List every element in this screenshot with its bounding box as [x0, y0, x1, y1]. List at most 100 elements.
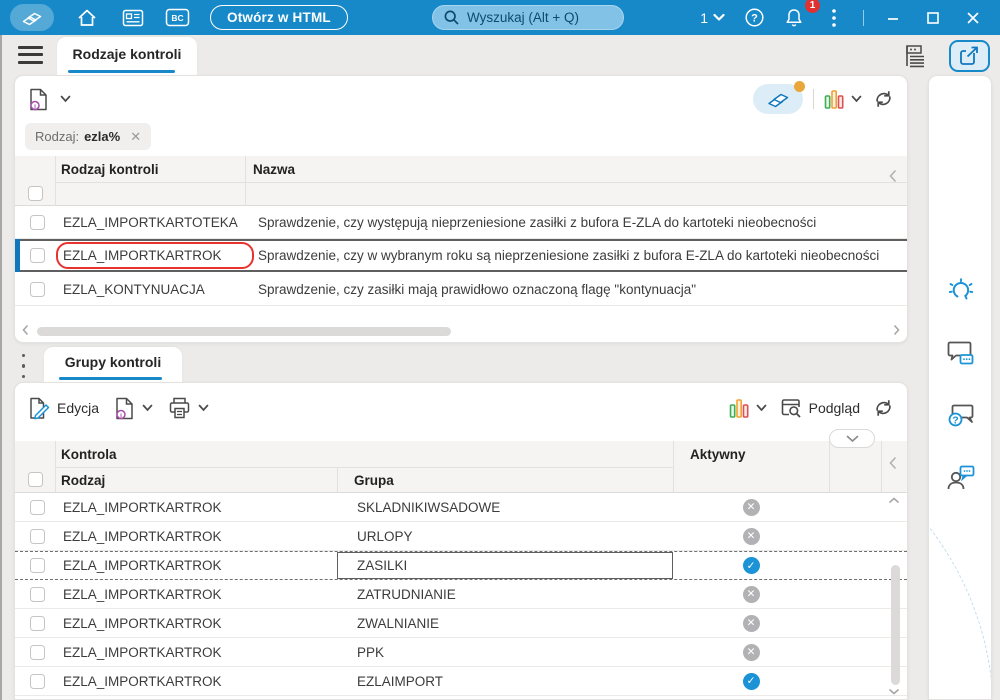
row-checkbox[interactable]	[30, 644, 45, 660]
community-feedback-button[interactable]	[946, 463, 976, 493]
search-input[interactable]: Wyszukaj (Alt + Q)	[432, 5, 624, 30]
chevron-down-icon	[713, 13, 725, 22]
col-header-rodzaj[interactable]: Rodzaj	[61, 473, 105, 488]
tab-grupy-kontroli[interactable]: Grupy kontroli	[44, 347, 182, 382]
col-header-grupa[interactable]: Grupa	[354, 473, 394, 488]
home-icon	[76, 7, 98, 28]
row-checkbox[interactable]	[30, 214, 45, 230]
row-selection-bar	[15, 239, 20, 272]
table-row-selected[interactable]: EZLA_IMPORTKARTROK Sprawdzenie, czy w wy…	[15, 239, 907, 272]
app-windows-button[interactable]	[10, 4, 54, 31]
main-menu-button[interactable]	[18, 46, 43, 64]
row-checkbox[interactable]	[30, 281, 45, 297]
chat-button[interactable]	[946, 338, 976, 368]
col-header-aktywny[interactable]: Aktywny	[690, 447, 746, 462]
cell-nazwa: Sprawdzenie, czy zasiłki mają prawidłowo…	[258, 281, 697, 297]
more-menu-button[interactable]	[815, 4, 853, 31]
collapse-panel-button[interactable]	[829, 429, 875, 448]
tips-button[interactable]	[946, 276, 976, 306]
table-row[interactable]: EZLA_IMPORTKARTROK ZWALNIANIE ✕	[15, 609, 907, 638]
table-row[interactable]: EZLA_IMPORTKARTROK SKLADNIKIWSADOWE ✕	[15, 493, 907, 522]
record-info-button[interactable]: i	[113, 396, 153, 421]
row-checkbox[interactable]	[30, 615, 45, 631]
document-info-icon: i	[113, 396, 136, 421]
tab-rodzaje-kontroli[interactable]: Rodzaje kontroli	[57, 37, 197, 75]
preview-icon	[779, 397, 803, 420]
row-checkbox[interactable]	[30, 248, 45, 263]
structure-tree-button[interactable]	[903, 44, 929, 68]
filter-chip-close-icon[interactable]: ✕	[130, 129, 141, 145]
maximize-button[interactable]	[914, 4, 952, 31]
table-row-focused[interactable]: EZLA_IMPORTKARTROK ZASILKI ✓	[15, 551, 907, 580]
scrollbar-thumb[interactable]	[37, 327, 451, 336]
column-pin-chevron-icon[interactable]	[889, 456, 897, 470]
chevron-down-icon[interactable]	[60, 95, 71, 103]
help-button[interactable]: ?	[735, 4, 773, 31]
cell-grupa: EZLAIMPORT	[357, 673, 444, 689]
panel-drag-handle[interactable]	[22, 354, 30, 378]
window-left-edge	[0, 35, 2, 700]
record-info-button[interactable]: i	[27, 87, 50, 112]
scrollbar-thumb[interactable]	[891, 565, 900, 685]
related-windows-button[interactable]	[753, 81, 805, 114]
table-row[interactable]: EZLA_IMPORTKARTROK ZATRUDNIANIE ✕	[15, 580, 907, 609]
cell-grupa: ZWALNIANIE	[357, 615, 440, 631]
bc-icon: BC	[165, 8, 190, 27]
table-row[interactable]: EZLA_IMPORTKARTROK PPK ✕	[15, 638, 907, 667]
filter-chip[interactable]: Rodzaj: ezla% ✕	[25, 123, 152, 150]
row-checkbox[interactable]	[30, 586, 45, 602]
table-row[interactable]: EZLA_KONTYNUACJA Sprawdzenie, czy zasiłk…	[15, 273, 907, 306]
chart-view-button[interactable]	[729, 397, 767, 419]
col-header-rodzaj-kontroli[interactable]: Rodzaj kontroli	[61, 162, 159, 177]
status-inactive-icon: ✕	[742, 585, 760, 603]
row-checkbox[interactable]	[30, 528, 45, 544]
table-row[interactable]: EZLA_IMPORTKARTROK EZLAIMPORT ✓	[15, 667, 907, 696]
scroll-down-icon[interactable]	[888, 688, 900, 695]
rodzaje-kontroli-panel: i Rodzaj: ezla% ✕ Rodzaj kontroli Nazwa …	[14, 75, 908, 343]
select-all-checkbox[interactable]	[28, 186, 43, 201]
minimize-button[interactable]	[874, 4, 912, 31]
open-in-html-button[interactable]: Otwórz w HTML	[210, 5, 348, 30]
cell-grupa: SKLADNIKIWSADOWE	[357, 499, 501, 515]
tab-active-underline	[59, 377, 162, 380]
row-checkbox[interactable]	[30, 499, 45, 515]
print-button[interactable]	[167, 396, 209, 420]
minimize-icon	[886, 11, 900, 25]
table-row[interactable]: EZLA_IMPORTKARTROK URLOPY ✕	[15, 522, 907, 551]
chat-bubbles-icon	[946, 338, 976, 368]
help-center-button[interactable]: ?	[946, 401, 976, 431]
search-icon	[443, 9, 460, 26]
refresh-button[interactable]	[872, 397, 895, 419]
printer-icon	[167, 396, 192, 420]
svg-text:i: i	[120, 412, 122, 419]
row-checkbox[interactable]	[30, 558, 45, 573]
col-group-header-kontrola[interactable]: Kontrola	[61, 447, 117, 462]
share-button[interactable]	[949, 40, 990, 72]
status-inactive-icon: ✕	[742, 498, 760, 516]
refresh-icon	[872, 88, 895, 110]
assistance-sidebar: ?	[928, 75, 992, 700]
cell-grupa: ZATRUDNIANIE	[357, 586, 456, 602]
scroll-right-icon[interactable]	[893, 324, 900, 336]
col-header-nazwa[interactable]: Nazwa	[253, 162, 295, 177]
chart-view-button[interactable]	[824, 88, 862, 110]
table-row[interactable]: EZLA_IMPORTKARTOTEKA Sprawdzenie, czy wy…	[15, 206, 907, 239]
select-all-checkbox[interactable]	[28, 472, 43, 487]
notifications-button[interactable]: 1	[775, 0, 820, 31]
close-button[interactable]	[954, 4, 992, 31]
row-checkbox[interactable]	[30, 673, 45, 689]
horizontal-scrollbar[interactable]	[15, 324, 907, 338]
scroll-up-icon[interactable]	[888, 497, 900, 504]
home-button[interactable]	[68, 4, 106, 31]
preview-button-label: Podgląd	[808, 400, 860, 416]
refresh-button[interactable]	[872, 88, 895, 110]
scroll-left-icon[interactable]	[22, 324, 29, 336]
bc-button[interactable]: BC	[158, 4, 196, 31]
preview-button[interactable]: Podgląd	[779, 397, 860, 420]
edit-button[interactable]: Edycja	[27, 396, 99, 421]
svg-text:BC: BC	[171, 13, 183, 23]
toolbar-divider	[813, 89, 814, 109]
column-pin-chevron-icon[interactable]	[889, 169, 897, 183]
news-button[interactable]	[114, 4, 152, 31]
window-count-dropdown[interactable]: 1	[692, 10, 733, 26]
